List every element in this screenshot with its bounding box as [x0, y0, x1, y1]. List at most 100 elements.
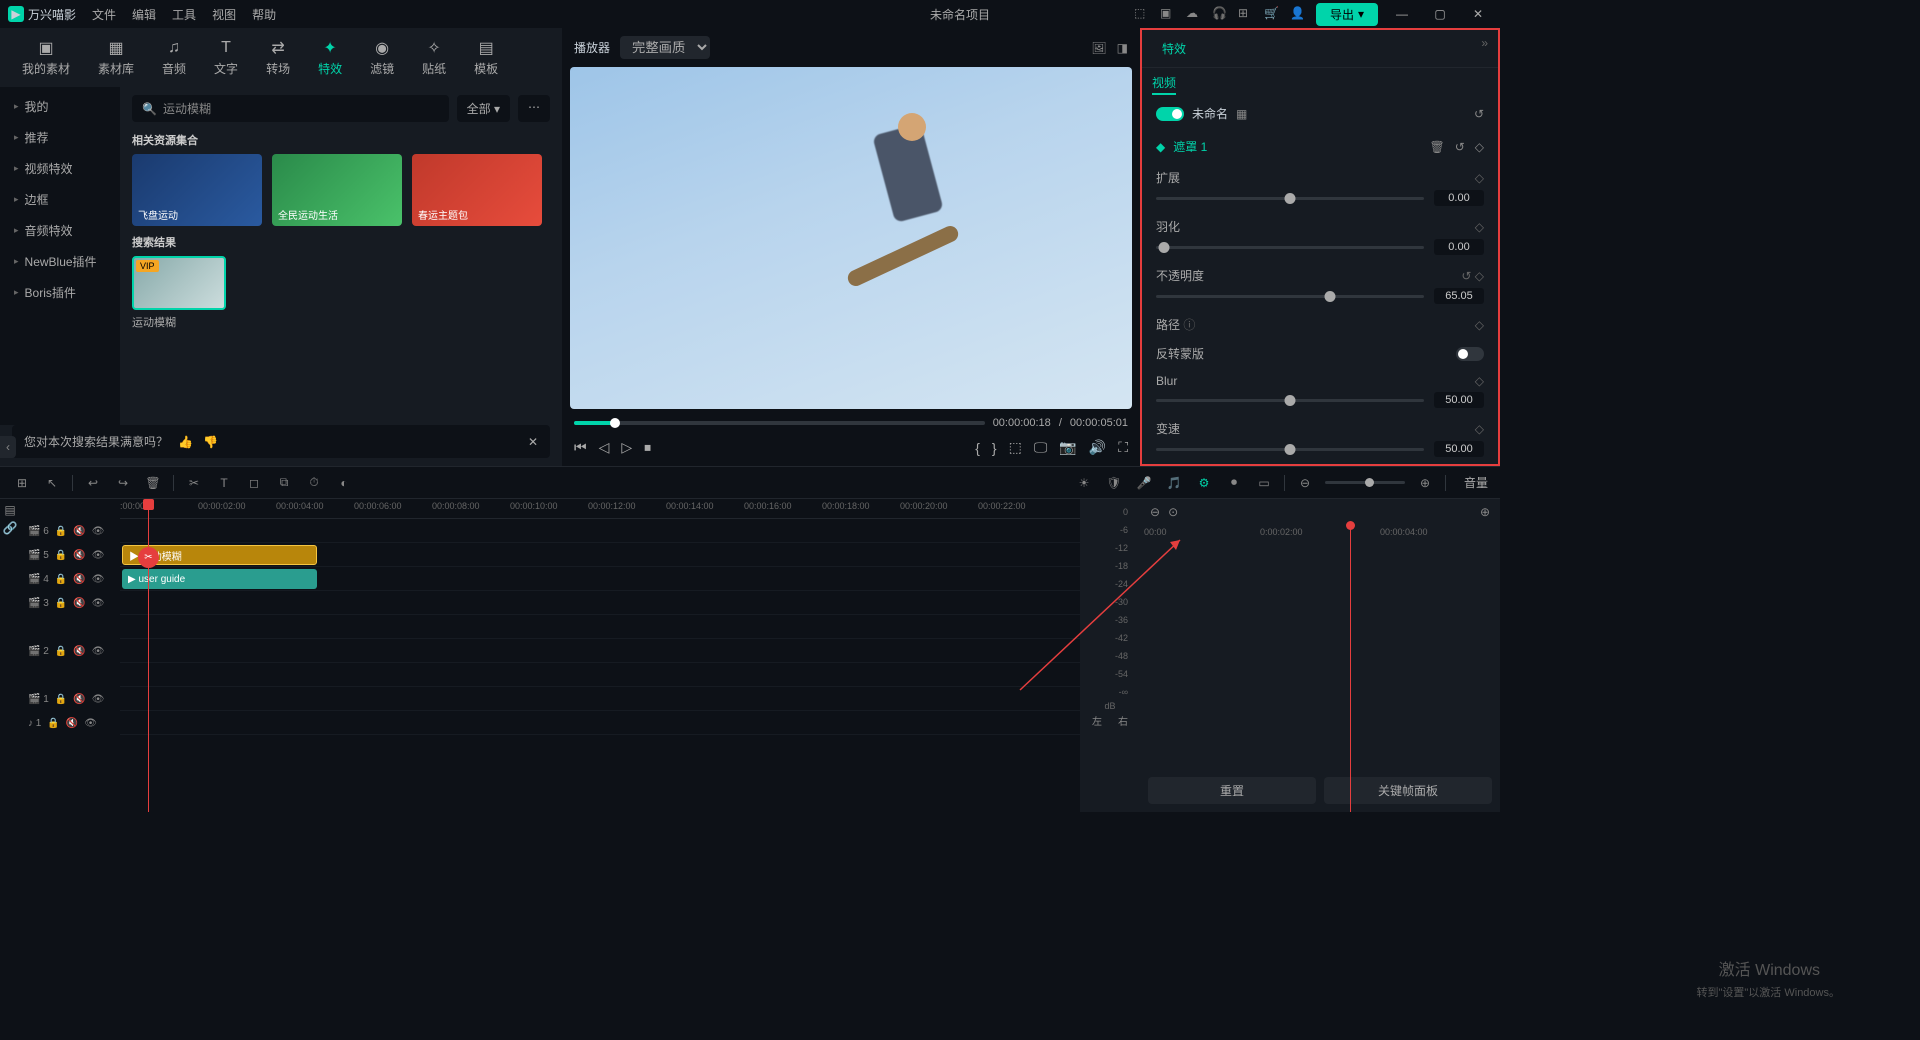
lock-icon[interactable]: 🔒: [55, 574, 67, 585]
track-row[interactable]: [120, 687, 1080, 711]
play-backward-button[interactable]: ◁: [599, 439, 610, 456]
collection-thumb[interactable]: 飞盘运动: [132, 154, 262, 226]
eye-icon[interactable]: 👁: [84, 718, 97, 729]
eye-icon[interactable]: 👁: [92, 694, 105, 705]
sidebar-item[interactable]: Boris插件: [0, 277, 120, 308]
track-head[interactable]: 🎬 3🔒🔇👁: [20, 591, 120, 615]
help-icon[interactable]: ⓘ: [1183, 318, 1195, 332]
value-input[interactable]: 0.00: [1434, 190, 1484, 206]
zoom-slider[interactable]: [1325, 481, 1405, 484]
sidebar-item[interactable]: 我的: [0, 91, 120, 122]
menu-view[interactable]: 视图: [212, 6, 236, 23]
lock-icon[interactable]: 🔒: [55, 526, 67, 537]
search-input[interactable]: 🔍 运动模糊: [132, 95, 449, 122]
preview-viewport[interactable]: [570, 67, 1132, 409]
preset-icon[interactable]: ▦: [1236, 107, 1247, 121]
play-button[interactable]: ▷: [621, 439, 632, 456]
sidebar-item[interactable]: 音频特效: [0, 215, 120, 246]
tl-crop-icon[interactable]: ◻: [244, 476, 264, 490]
tl-delete-icon[interactable]: 🗑: [143, 476, 163, 490]
collection-thumb[interactable]: 全民运动生活: [272, 154, 402, 226]
eye-icon[interactable]: 👁: [92, 598, 105, 609]
track-head[interactable]: 🎬 5🔒🔇👁: [20, 543, 120, 567]
keyframe-icon[interactable]: ◇: [1475, 171, 1484, 185]
timeline-ruler[interactable]: :00:0000:00:02:0000:00:04:0000:00:06:000…: [120, 499, 1080, 519]
tl-pointer-icon[interactable]: ↖: [42, 476, 62, 490]
track-row[interactable]: [120, 711, 1080, 735]
eye-icon[interactable]: 👁: [92, 646, 105, 657]
sidebar-item[interactable]: 视频特效: [0, 153, 120, 184]
slider[interactable]: [1156, 197, 1424, 200]
lock-icon[interactable]: 🔒: [55, 646, 67, 657]
reset-button[interactable]: 重置: [1148, 777, 1316, 804]
slider[interactable]: [1156, 246, 1424, 249]
mute-icon[interactable]: 🔇: [66, 718, 78, 729]
track-head[interactable]: 🎬 6🔒🔇👁: [20, 519, 120, 543]
tl-link-icon[interactable]: 🔗: [0, 521, 20, 535]
clip[interactable]: ▶ user guide: [122, 569, 317, 589]
effect-enable-toggle[interactable]: [1156, 107, 1184, 121]
track-head[interactable]: ♪ 1🔒🔇👁: [20, 711, 120, 735]
kf-ruler[interactable]: 00:00 0:00:02:00 00:00:04:00: [1140, 525, 1500, 545]
more-button[interactable]: ⋯: [518, 95, 550, 122]
tl-mic-icon[interactable]: 🎤: [1134, 476, 1154, 490]
kf-playhead[interactable]: [1350, 525, 1351, 812]
menu-tools[interactable]: 工具: [172, 6, 196, 23]
media-tab-滤镜[interactable]: ◉滤镜: [360, 34, 404, 81]
snapshot-icon[interactable]: 🖼: [1091, 41, 1106, 55]
tl-marker-icon[interactable]: ▭: [1254, 476, 1274, 490]
mute-icon[interactable]: 🔇: [73, 646, 85, 657]
sidebar-item[interactable]: 边框: [0, 184, 120, 215]
value-input[interactable]: 0.00: [1434, 239, 1484, 255]
close-button[interactable]: ✕: [1464, 7, 1492, 21]
mute-icon[interactable]: 🔇: [73, 694, 85, 705]
tl-music-icon[interactable]: 🎵: [1164, 476, 1184, 490]
track-row[interactable]: [120, 639, 1080, 663]
quality-select[interactable]: 完整画质: [620, 36, 710, 59]
playhead[interactable]: ✂: [148, 499, 149, 812]
tl-record-icon[interactable]: ⏺: [1224, 475, 1244, 490]
track-row[interactable]: ▶ user guide: [120, 567, 1080, 591]
prev-frame-button[interactable]: ⏮: [574, 439, 587, 456]
keyframe-icon[interactable]: ◇: [1475, 422, 1484, 436]
mark-in-button[interactable]: {: [975, 440, 980, 456]
timeline-tracks[interactable]: :00:0000:00:02:0000:00:04:0000:00:06:000…: [120, 499, 1080, 812]
lock-icon[interactable]: 🔒: [55, 550, 67, 561]
cloud-icon[interactable]: ☁: [1186, 6, 1202, 22]
tl-shield-icon[interactable]: 🛡: [1104, 476, 1124, 490]
kf-zoom-fit[interactable]: ⊙: [1168, 505, 1178, 519]
lock-icon[interactable]: 🔒: [55, 694, 67, 705]
track-row[interactable]: [120, 591, 1080, 615]
feedback-close[interactable]: ✕: [528, 435, 538, 449]
media-tab-特效[interactable]: ✦特效: [308, 34, 352, 81]
scissors-icon[interactable]: ✂: [138, 547, 159, 568]
media-tab-素材库[interactable]: ▦素材库: [88, 34, 144, 81]
tl-color-icon[interactable]: ◐: [334, 476, 354, 490]
keyframe-icon[interactable]: ◇: [1475, 374, 1484, 388]
inspector-tab-effects[interactable]: 特效: [1152, 36, 1196, 61]
display-button[interactable]: 🖵: [1034, 439, 1048, 456]
ratio-button[interactable]: ⬚: [1009, 439, 1022, 456]
cart-icon[interactable]: 🛒: [1264, 6, 1280, 22]
screenshot-icon[interactable]: ▣: [1160, 6, 1176, 22]
track-row[interactable]: ▶ 运动模糊: [120, 543, 1080, 567]
delete-icon[interactable]: 🗑: [1429, 140, 1444, 154]
media-tab-文字[interactable]: T文字: [204, 34, 248, 81]
device-icon[interactable]: ⬚: [1134, 6, 1150, 22]
sidebar-item[interactable]: 推荐: [0, 122, 120, 153]
track-head[interactable]: 🎬 2🔒🔇👁: [20, 639, 120, 663]
camera-icon[interactable]: 📷: [1059, 439, 1076, 456]
inspector-subtab-video[interactable]: 视频: [1152, 76, 1176, 95]
value-input[interactable]: 50.00: [1434, 392, 1484, 408]
tl-grid-icon[interactable]: ⊞: [12, 476, 32, 490]
tl-redo-icon[interactable]: ↪: [113, 476, 133, 490]
track-head[interactable]: [20, 615, 120, 639]
path-keyframe[interactable]: ◇: [1475, 318, 1484, 332]
tl-group-icon[interactable]: ⧉: [274, 475, 294, 490]
menu-help[interactable]: 帮助: [252, 6, 276, 23]
eye-icon[interactable]: 👁: [92, 526, 105, 537]
compare-icon[interactable]: ◨: [1117, 41, 1128, 55]
user-icon[interactable]: 👤: [1290, 6, 1306, 22]
media-tab-贴纸[interactable]: ✧贴纸: [412, 34, 456, 81]
media-tab-我的素材[interactable]: ▣我的素材: [12, 34, 80, 81]
